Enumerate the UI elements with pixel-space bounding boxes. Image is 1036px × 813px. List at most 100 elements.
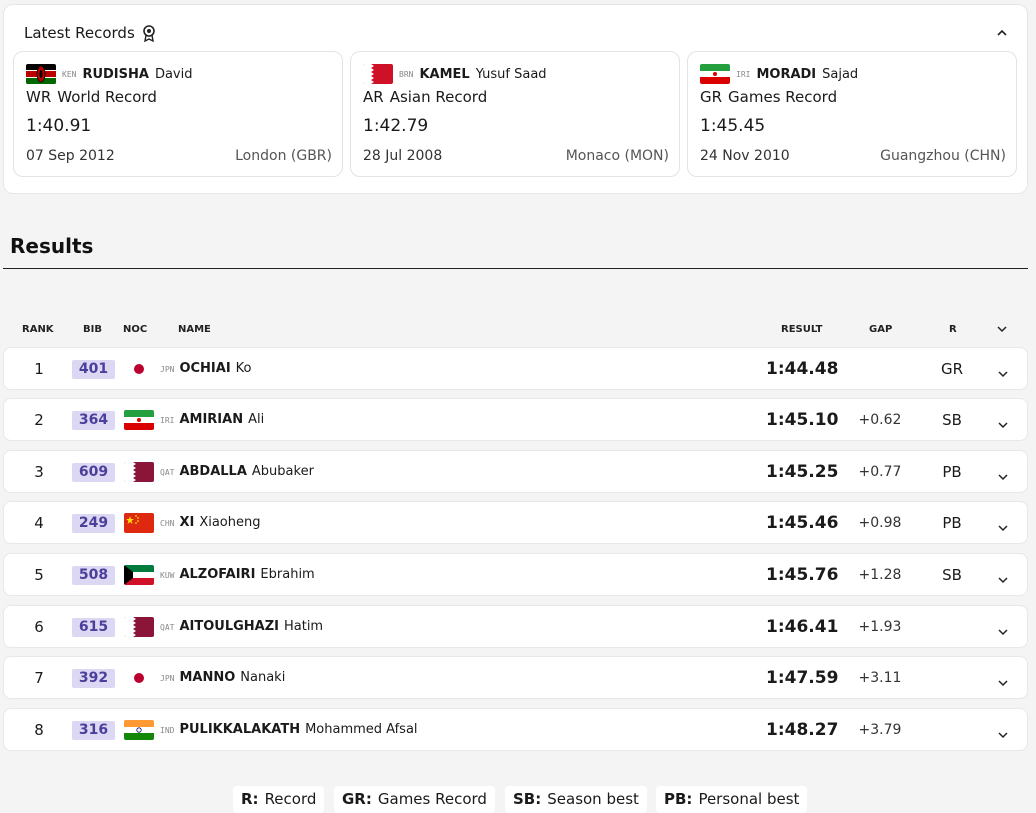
athlete-given-name: Ali: [248, 412, 265, 427]
row-athlete: KUW ALZOFAIRI Ebrahim: [160, 567, 315, 582]
header-record: R: [949, 324, 957, 335]
row-rank: 1: [34, 360, 44, 378]
chevron-down-icon[interactable]: [997, 622, 1009, 636]
record-time: 1:40.91: [26, 116, 92, 136]
athlete-given-name: Hatim: [283, 619, 324, 634]
legend-text: Record: [264, 790, 317, 808]
athlete-surname: AMIRIAN: [179, 412, 244, 427]
record-code: AR: [363, 88, 384, 106]
flag-ind-icon: [124, 720, 154, 740]
flag-chn-icon: [124, 513, 154, 533]
header-result: RESULT: [781, 324, 823, 335]
record-athlete: KEN RUDISHA David: [26, 64, 193, 84]
noc-code: CHN: [160, 519, 175, 528]
table-row[interactable]: 6 615 QAT AITOULGHAZI Hatim 1:46.41 +1.9…: [3, 605, 1028, 648]
row-gap: +0.62: [858, 412, 902, 428]
row-bib: 609: [72, 463, 115, 482]
row-rank: 4: [34, 514, 44, 532]
chevron-up-icon[interactable]: [995, 25, 1009, 39]
table-row[interactable]: 8 316 IND PULIKKALAKATH Mohammed Afsal 1…: [3, 708, 1028, 751]
athlete-given-name: Xiaoheng: [199, 515, 261, 530]
noc-code: KUW: [160, 571, 175, 580]
noc-code: JPN: [160, 674, 175, 683]
record-card-world[interactable]: KEN RUDISHA David WR World Record 1:40.91…: [13, 51, 343, 177]
record-code: WR: [26, 88, 52, 106]
table-row[interactable]: 2 364 IRI AMIRIAN Ali 1:45.10 +0.62 SB: [3, 398, 1028, 441]
chevron-down-icon[interactable]: [997, 570, 1009, 584]
record-card-asian[interactable]: BRN KAMEL Yusuf Saad AR Asian Record 1:42…: [350, 51, 680, 177]
row-record-flag: PB: [942, 463, 962, 481]
row-bib: 615: [72, 618, 115, 637]
table-row[interactable]: 3 609 QAT ABDALLA Abubaker 1:45.25 +0.77…: [3, 450, 1028, 493]
record-type: GR Games Record: [700, 88, 837, 106]
header-rank: RANK: [22, 324, 54, 335]
record-type: WR World Record: [26, 88, 157, 106]
latest-records-header: Latest Records: [24, 23, 157, 43]
athlete-surname: PULIKKALAKATH: [179, 722, 301, 737]
chevron-down-icon[interactable]: [997, 415, 1009, 429]
record-code: GR: [700, 88, 723, 106]
chevron-down-icon[interactable]: [997, 518, 1009, 532]
legend-code: R:: [241, 790, 259, 808]
row-result: 1:45.25: [766, 462, 839, 482]
row-result: 1:48.27: [766, 720, 839, 740]
table-row[interactable]: 7 392 JPN MANNO Nanaki 1:47.59 +3.11: [3, 656, 1028, 699]
noc-code: QAT: [160, 623, 175, 632]
record-athlete: BRN KAMEL Yusuf Saad: [363, 64, 547, 84]
record-card-games[interactable]: IRI MORADI Sajad GR Games Record 1:45.45 …: [687, 51, 1017, 177]
expand-all-chevron-icon[interactable]: [996, 324, 1008, 334]
record-place: Guangzhou (CHN): [880, 148, 1006, 164]
athlete-surname: OCHIAI: [179, 361, 231, 376]
chevron-down-icon[interactable]: [997, 673, 1009, 687]
row-gap: +1.28: [858, 567, 902, 583]
results-table-header: RANK BIB NOC NAME RESULT GAP R: [3, 320, 1028, 340]
row-result: 1:45.76: [766, 565, 839, 585]
record-time: 1:42.79: [363, 116, 429, 136]
latest-records-panel: Latest Records KEN RUDISHA David WR World…: [3, 4, 1028, 194]
flag-ken-icon: [26, 64, 56, 84]
record-date: 24 Nov 2010: [700, 148, 790, 164]
flag-kuw-icon: [124, 565, 154, 585]
row-gap: +0.77: [858, 464, 902, 480]
athlete-given-name: David: [154, 66, 193, 82]
record-time: 1:45.45: [700, 116, 766, 136]
table-row[interactable]: 4 249 CHN XI Xiaoheng 1:45.46 +0.98 PB: [3, 501, 1028, 544]
flag-jpn-icon: [124, 359, 154, 379]
flag-qat-icon: [124, 462, 154, 482]
athlete-given-name: Sajad: [822, 66, 859, 82]
record-type-label: World Record: [57, 88, 157, 106]
athlete-surname: ALZOFAIRI: [179, 567, 256, 582]
row-result: 1:45.46: [766, 513, 839, 533]
row-rank: 5: [34, 566, 44, 584]
row-bib: 401: [72, 360, 115, 379]
row-athlete: IND PULIKKALAKATH Mohammed Afsal: [160, 722, 418, 737]
row-result: 1:46.41: [766, 617, 839, 637]
row-rank: 8: [34, 721, 44, 739]
row-gap: +3.79: [858, 722, 902, 738]
row-record-flag: GR: [940, 360, 964, 378]
row-bib: 316: [72, 721, 115, 740]
latest-records-title: Latest Records: [24, 24, 135, 42]
noc-code: IND: [160, 726, 175, 735]
chevron-down-icon[interactable]: [997, 467, 1009, 481]
row-gap: +1.93: [858, 619, 902, 635]
noc-code: BRN: [399, 69, 414, 79]
results-divider: [3, 268, 1028, 269]
header-noc: NOC: [123, 324, 148, 335]
athlete-surname: MANNO: [179, 670, 236, 685]
flag-iri-icon: [700, 64, 730, 84]
legend-code: SB:: [513, 790, 542, 808]
chevron-down-icon[interactable]: [997, 364, 1009, 378]
row-record-flag: PB: [942, 514, 962, 532]
header-bib: BIB: [83, 324, 102, 335]
chevron-down-icon[interactable]: [997, 725, 1009, 739]
record-place: Monaco (MON): [565, 148, 669, 164]
record-type-label: Asian Record: [389, 88, 488, 106]
athlete-given-name: Nanaki: [240, 670, 286, 685]
legend-item: GR: Games Record: [334, 786, 495, 813]
results-title: Results: [10, 234, 94, 258]
table-row[interactable]: 1 401 JPN OCHIAI Ko 1:44.48 GR: [3, 347, 1028, 390]
row-bib: 392: [72, 669, 115, 688]
table-row[interactable]: 5 508 KUW ALZOFAIRI Ebrahim 1:45.76 +1.2…: [3, 553, 1028, 596]
row-athlete: QAT AITOULGHAZI Hatim: [160, 619, 323, 634]
